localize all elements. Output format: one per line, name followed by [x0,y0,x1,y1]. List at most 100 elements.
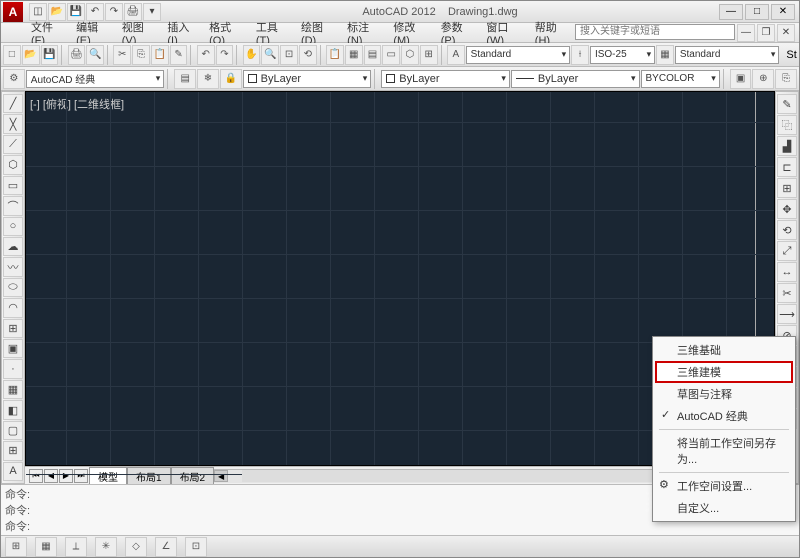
scale-icon[interactable]: ⤢ [777,241,797,261]
cut-icon[interactable]: ✂ [113,45,131,65]
make-block-icon[interactable]: ▣ [3,339,23,358]
zoom-prev-icon[interactable]: ⟲ [299,45,317,65]
insert-icon[interactable]: ⊕ [752,69,774,89]
command-input[interactable] [30,521,795,532]
tab-prev-icon[interactable]: ◀ [44,469,58,483]
pan-icon[interactable]: ✋ [243,45,261,65]
minimize-doc-button[interactable]: — [737,24,755,42]
status-dyn-icon[interactable]: ⊡ [185,537,207,557]
stretch-icon[interactable]: ↔ [777,262,797,282]
mirror-icon[interactable]: ▟ [777,136,797,156]
dimstyle-icon[interactable]: ⟊ [571,45,589,65]
zoom-icon[interactable]: 🔍 [261,45,279,65]
design-center-icon[interactable]: ▦ [345,45,363,65]
rectangle-icon[interactable]: ▭ [3,176,23,195]
help-search-input[interactable] [575,24,735,40]
ellipse-icon[interactable]: ⬭ [3,278,23,297]
zoom-window-icon[interactable]: ⊡ [280,45,298,65]
workspace-icon[interactable]: ⚙ [3,69,25,89]
status-polar-icon[interactable]: ✳ [95,537,117,557]
block-icon[interactable]: ▣ [730,69,752,89]
tab-layout1[interactable]: 布局1 [127,467,171,485]
xline-icon[interactable]: ╳ [3,114,23,133]
ctx-autocad-classic[interactable]: AutoCAD 经典 [655,405,793,427]
revcloud-icon[interactable]: ☁ [3,237,23,256]
gradient-icon[interactable]: ◧ [3,400,23,419]
trim-icon[interactable]: ✂ [777,283,797,303]
color-combo[interactable]: ByLayer [381,70,510,88]
dim-style-combo[interactable]: ISO-25 [590,46,655,64]
preview-icon[interactable]: 🔍 [86,45,104,65]
circle-icon[interactable]: ○ [3,217,23,236]
linetype-combo[interactable]: ByLayer [511,70,640,88]
close-button[interactable]: ✕ [771,4,795,20]
arc-icon[interactable]: ⌒ [3,196,23,215]
layer-lock-icon[interactable]: 🔒 [220,69,242,89]
copy-icon[interactable]: ⎘ [132,45,150,65]
tool-palette-icon[interactable]: ▤ [364,45,382,65]
polyline-icon[interactable]: ⟋ [3,135,23,154]
close-doc-button[interactable]: ✕ [777,24,795,42]
workspace-combo[interactable]: AutoCAD 经典 [26,70,165,88]
status-grid-icon[interactable]: ▦ [35,537,57,557]
line-icon[interactable]: ╱ [3,94,23,113]
ctx-workspace-settings[interactable]: 工作空间设置... [655,475,793,497]
copy-obj-icon[interactable]: ⿻ [777,115,797,135]
polygon-icon[interactable]: ⬡ [3,155,23,174]
ctx-3d-basics[interactable]: 三维基础 [655,339,793,361]
ctx-drafting[interactable]: 草图与注释 [655,383,793,405]
minimize-button[interactable]: — [719,4,743,20]
restore-doc-button[interactable]: ❐ [757,24,775,42]
tab-next-icon[interactable]: ▶ [59,469,73,483]
plot-icon[interactable]: 🖨 [68,45,86,65]
rotate-icon[interactable]: ⟲ [777,220,797,240]
tab-model[interactable]: 模型 [89,467,127,485]
point-icon[interactable]: · [3,359,23,378]
maximize-button[interactable]: □ [745,4,769,20]
properties-icon[interactable]: 📋 [326,45,344,65]
new-file-icon[interactable]: □ [3,45,21,65]
tablestyle-icon[interactable]: ▦ [656,45,674,65]
status-otrack-icon[interactable]: ∠ [155,537,177,557]
calc-icon[interactable]: ⊞ [420,45,438,65]
textstyle-icon[interactable]: A [447,45,465,65]
undo-btn-icon[interactable]: ↶ [197,45,215,65]
layer-combo[interactable]: ByLayer [243,70,372,88]
status-osnap-icon[interactable]: ◇ [125,537,147,557]
plotstyle-combo[interactable]: BYCOLOR [641,70,720,88]
status-snap-icon[interactable]: ⊞ [5,537,27,557]
spline-icon[interactable]: 〰 [3,257,23,276]
sheet-set-icon[interactable]: ▭ [382,45,400,65]
insert-block-icon[interactable]: ⊞ [3,319,23,338]
scroll-left-icon[interactable]: ◀ [214,470,228,482]
region-icon[interactable]: ▢ [3,421,23,440]
markup-icon[interactable]: ⬡ [401,45,419,65]
table-style-combo[interactable]: Standard [675,46,780,64]
match-icon[interactable]: ✎ [170,45,188,65]
app-menu-button[interactable]: A [3,2,23,22]
tab-layout2[interactable]: 布局2 [171,467,215,485]
xref-icon[interactable]: ⎘ [775,69,797,89]
ctx-3d-modeling[interactable]: 三维建模 [655,361,793,383]
tab-first-icon[interactable]: ⏮ [29,469,43,483]
offset-icon[interactable]: ⊏ [777,157,797,177]
open-file-icon[interactable]: 📂 [22,45,40,65]
hatch-icon[interactable]: ▦ [3,380,23,399]
array-icon[interactable]: ⊞ [777,178,797,198]
text-style-combo[interactable]: Standard [466,46,571,64]
extend-icon[interactable]: ⟶ [777,304,797,324]
redo-btn-icon[interactable]: ↷ [216,45,234,65]
layer-props-icon[interactable]: ▤ [174,69,196,89]
status-ortho-icon[interactable]: ⟂ [65,537,87,557]
erase-icon[interactable]: ✎ [777,94,797,114]
table-icon[interactable]: ⊞ [3,441,23,460]
save-file-icon[interactable]: 💾 [41,45,59,65]
tab-last-icon[interactable]: ⏭ [74,469,88,483]
move-icon[interactable]: ✥ [777,199,797,219]
ellipse-arc-icon[interactable]: ◠ [3,298,23,317]
layer-state-icon[interactable]: ❄ [197,69,219,89]
paste-icon[interactable]: 📋 [151,45,169,65]
ctx-customize[interactable]: 自定义... [655,497,793,519]
ctx-save-workspace[interactable]: 将当前工作空间另存为... [655,432,793,470]
mtext-icon[interactable]: A [3,462,23,481]
